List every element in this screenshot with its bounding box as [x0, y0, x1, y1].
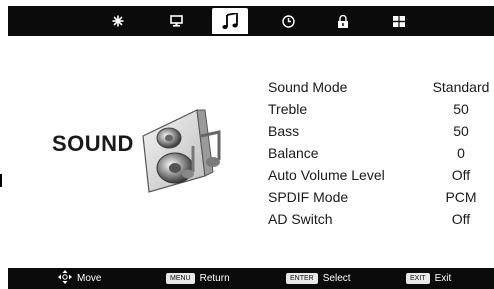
- setting-value: Off: [451, 211, 471, 227]
- speaker-icon: [135, 106, 230, 194]
- menu-tab-bar: [8, 6, 494, 36]
- exit-key: EXIT: [406, 273, 430, 284]
- tv-menu: SOUND Sound Mode Standard Treble 50 Bass…: [8, 6, 494, 289]
- snowflake-icon: [112, 15, 124, 27]
- setting-label: Balance: [268, 145, 319, 161]
- edge-marker: [0, 174, 2, 187]
- setting-label: Sound Mode: [268, 79, 348, 95]
- select-label: Select: [322, 273, 351, 284]
- menu-key: MENU: [166, 273, 195, 284]
- tab-screen[interactable]: [158, 9, 194, 33]
- tab-time[interactable]: [270, 9, 306, 33]
- setting-label: Bass: [268, 123, 300, 139]
- tab-lock[interactable]: [325, 9, 361, 33]
- enter-key: ENTER: [286, 273, 318, 284]
- setting-label: AD Switch: [268, 211, 333, 227]
- return-hint: MENU Return: [166, 268, 230, 289]
- setting-treble[interactable]: Treble 50: [268, 98, 494, 120]
- exit-hint: EXIT Exit: [406, 268, 451, 289]
- setting-value: Standard: [432, 79, 490, 95]
- hint-bar: Move MENU Return ENTER Select EXIT Exit: [8, 268, 494, 289]
- clock-icon: [281, 14, 295, 28]
- select-hint: ENTER Select: [286, 268, 351, 289]
- setting-value: 0: [457, 145, 465, 161]
- move-label: Move: [77, 273, 102, 284]
- setting-sound-mode[interactable]: Sound Mode Standard: [268, 76, 494, 98]
- setting-ad-switch[interactable]: AD Switch Off: [268, 208, 494, 230]
- setting-balance[interactable]: Balance 0: [268, 142, 494, 164]
- grid-icon: [393, 15, 405, 27]
- setting-value: Off: [451, 167, 471, 183]
- tab-picture[interactable]: [100, 9, 136, 33]
- setting-label: SPDIF Mode: [268, 189, 349, 205]
- setting-label: Treble: [268, 101, 308, 117]
- tab-setup[interactable]: [381, 9, 417, 33]
- setting-label: Auto Volume Level: [268, 167, 385, 183]
- setting-value: 50: [453, 123, 469, 139]
- setting-auto-volume-level[interactable]: Auto Volume Level Off: [268, 164, 494, 186]
- setting-value: 50: [453, 101, 469, 117]
- setting-bass[interactable]: Bass 50: [268, 120, 494, 142]
- dpad-icon: [58, 270, 72, 287]
- lock-icon: [337, 14, 349, 28]
- page-title: SOUND: [52, 131, 134, 156]
- tab-sound[interactable]: [212, 8, 248, 34]
- music-note-icon: [222, 12, 238, 30]
- exit-label: Exit: [434, 273, 452, 284]
- setting-spdif-mode[interactable]: SPDIF Mode PCM: [268, 186, 494, 208]
- settings-list: Sound Mode Standard Treble 50 Bass 50 Ba…: [268, 76, 494, 230]
- move-hint: Move: [58, 268, 101, 289]
- setting-value: PCM: [445, 189, 477, 205]
- monitor-icon: [169, 15, 183, 27]
- return-label: Return: [199, 273, 230, 284]
